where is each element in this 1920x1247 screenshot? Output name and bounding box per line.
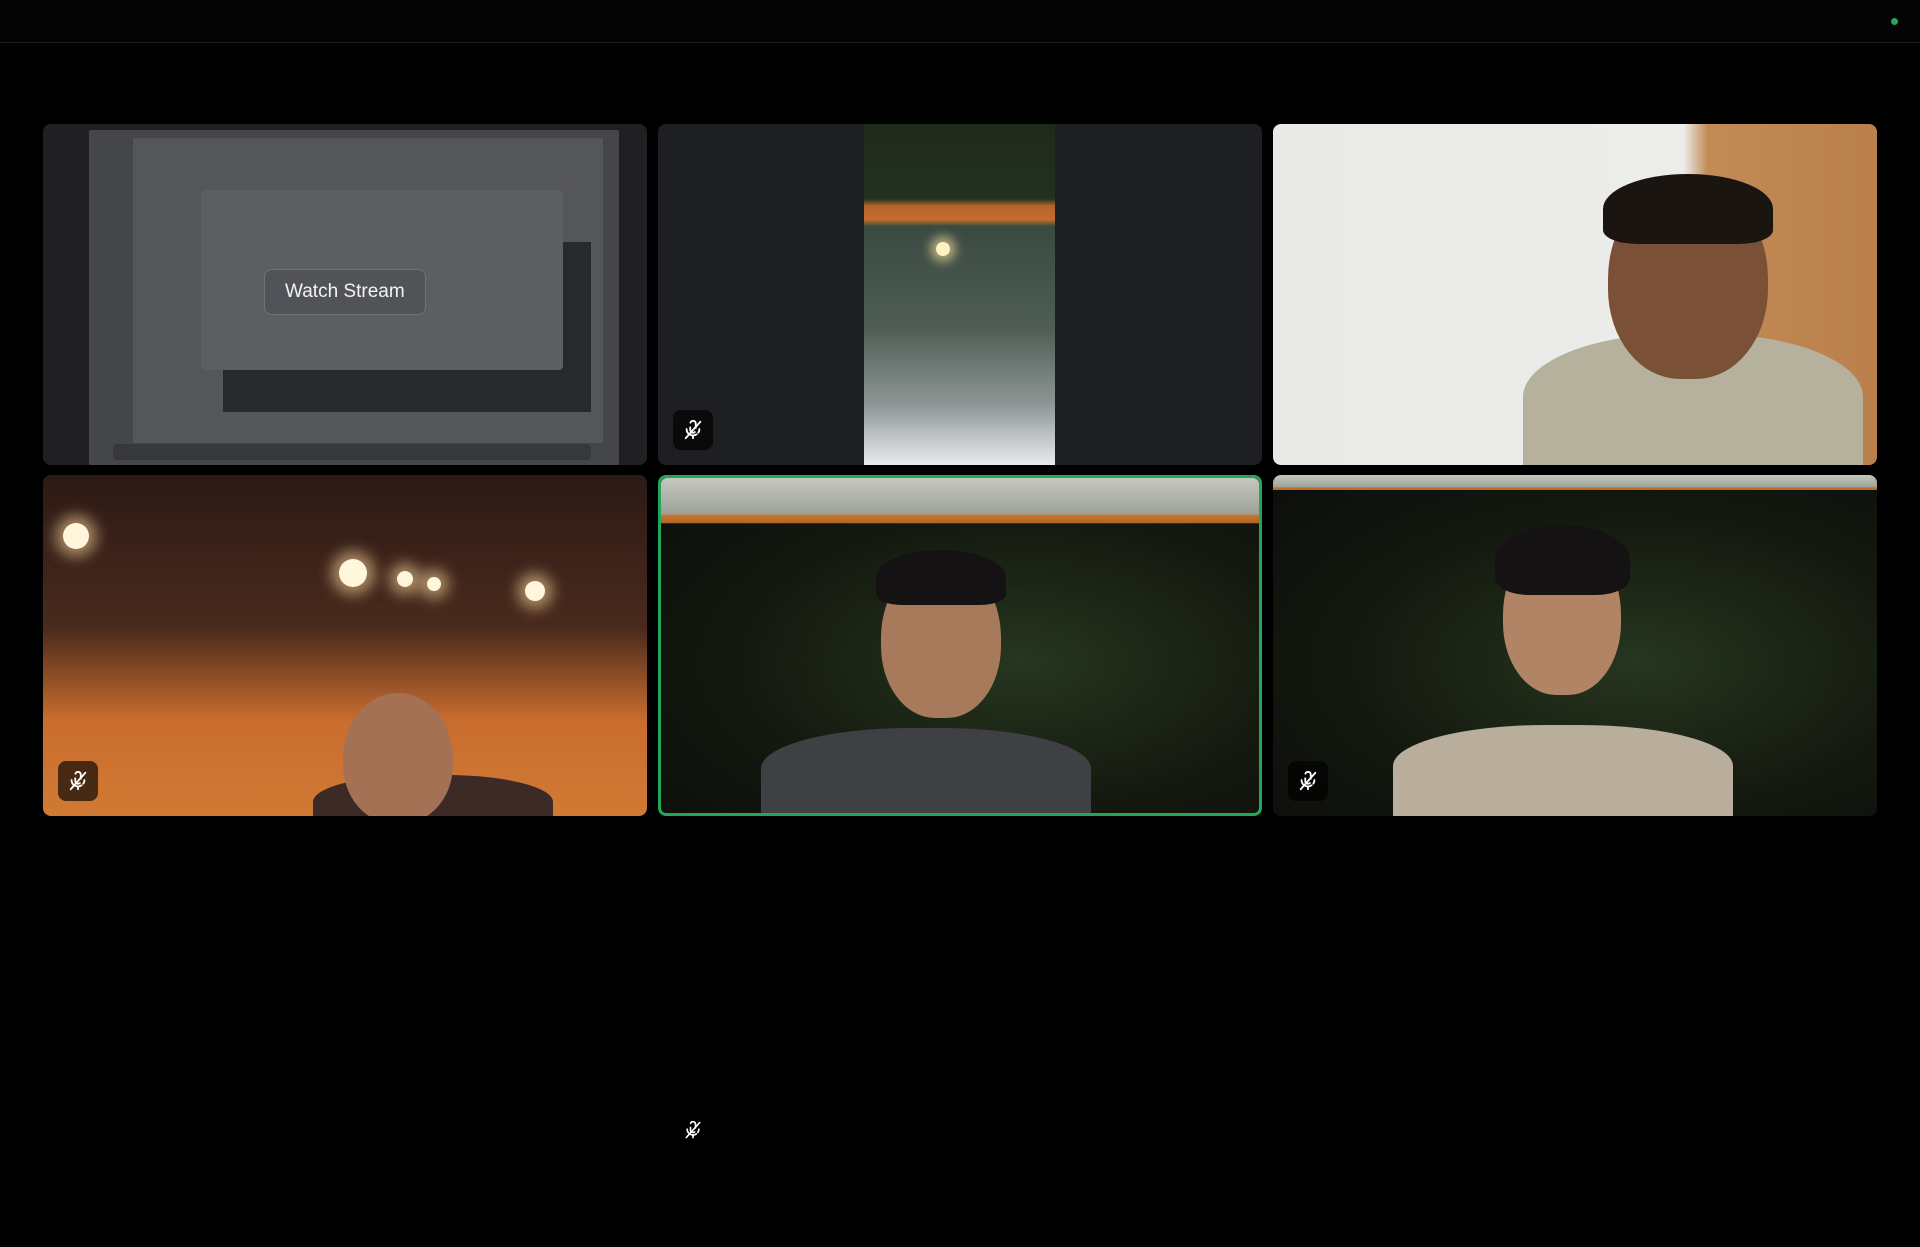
video-light xyxy=(427,577,441,591)
video-light xyxy=(397,571,413,587)
video-light xyxy=(63,523,89,549)
participant-hair xyxy=(1603,174,1773,244)
participant-figure xyxy=(761,728,1091,813)
participant-tile-speaking[interactable] xyxy=(658,475,1262,816)
video-light xyxy=(339,559,367,587)
participant-video xyxy=(1273,475,1877,816)
mic-muted-icon xyxy=(58,761,98,801)
video-canopy xyxy=(661,478,1259,538)
participant-tile[interactable] xyxy=(1273,475,1877,816)
participant-figure xyxy=(1393,725,1733,816)
participant-video xyxy=(43,475,647,816)
mic-muted-icon xyxy=(1288,761,1328,801)
stream-tile[interactable]: Watch Stream xyxy=(43,124,647,465)
participant-hair xyxy=(876,550,1006,605)
watch-stream-button[interactable]: Watch Stream xyxy=(264,269,426,315)
video-grid: Watch Stream xyxy=(43,124,1877,816)
mic-muted-icon xyxy=(673,410,713,450)
participant-tile[interactable] xyxy=(658,124,1262,465)
video-light xyxy=(936,242,950,256)
participant-tile[interactable] xyxy=(1273,124,1877,465)
participant-video xyxy=(1273,124,1877,465)
participant-figure xyxy=(343,693,453,816)
top-bar xyxy=(0,0,1920,43)
connection-status-dot xyxy=(1891,18,1898,25)
mic-muted-icon[interactable] xyxy=(683,1120,703,1140)
participant-tile[interactable] xyxy=(43,475,647,816)
participant-video xyxy=(661,478,1259,813)
participant-video xyxy=(864,124,1055,465)
video-canopy xyxy=(1273,475,1877,495)
video-light xyxy=(525,581,545,601)
participant-hair xyxy=(1495,525,1630,595)
